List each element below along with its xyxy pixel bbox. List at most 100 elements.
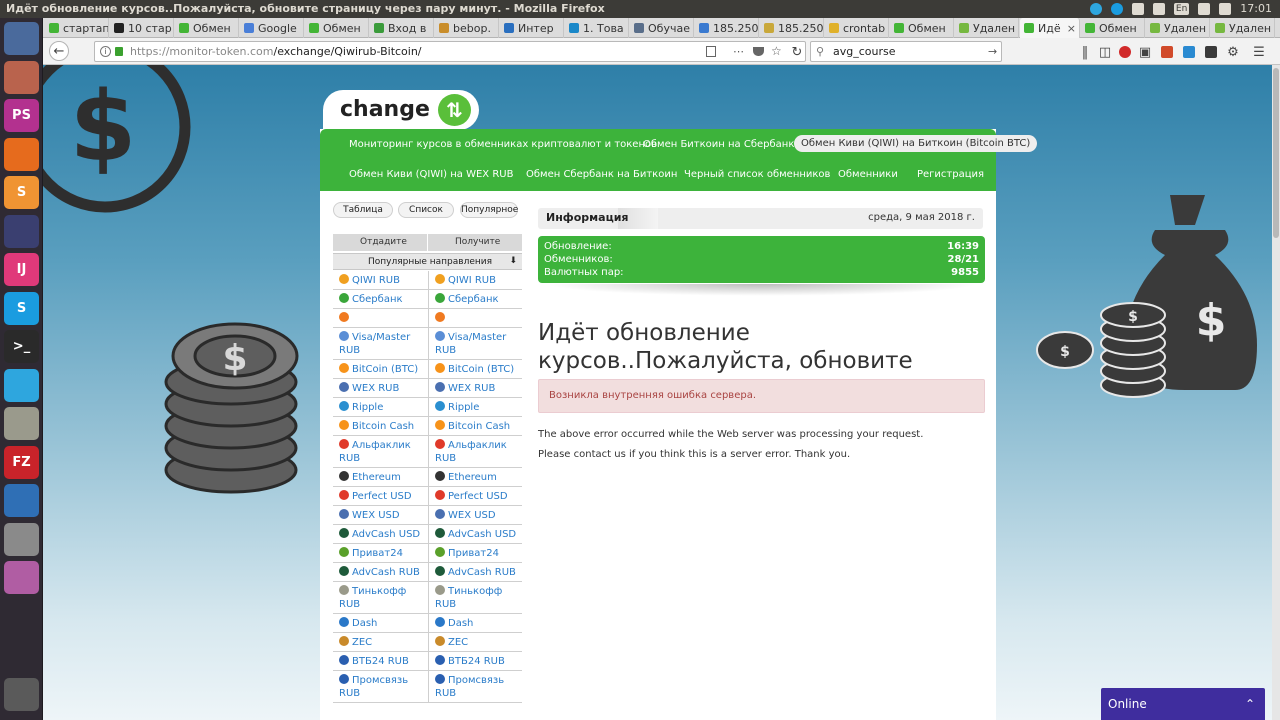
search-input[interactable]: avg_course (833, 42, 896, 61)
reload-icon[interactable]: ↻ (787, 42, 807, 62)
menu-item-blacklist[interactable]: Черный список обменников (684, 169, 830, 180)
intellij-icon[interactable]: IJ (4, 253, 39, 286)
get-currency-link[interactable]: AdvCash RUB (428, 563, 522, 581)
sidebar-icon[interactable]: ◫ (1095, 42, 1115, 62)
menu-item-sber-btc[interactable]: Обмен Сбербанк на Биткоин (526, 169, 677, 180)
get-currency-link[interactable]: Visa/Master RUB (428, 328, 522, 359)
browser-tab[interactable]: crontab (825, 18, 889, 38)
get-currency-link[interactable]: Ethereum ETH (428, 468, 522, 486)
popular-directions-header[interactable]: Популярные направления ⬇ (333, 253, 522, 270)
browser-tab[interactable]: Обмен (890, 18, 954, 38)
get-currency-link[interactable]: QIWI RUB (428, 271, 522, 289)
search-box[interactable]: ⚲ avg_course → (810, 41, 1002, 62)
telegram-icon[interactable] (4, 368, 39, 402)
url-text[interactable]: https://monitor-token.com/exchange/Qiwir… (130, 42, 422, 61)
workspace-icon[interactable] (4, 561, 39, 594)
extension4-icon[interactable] (1201, 42, 1221, 62)
back-button[interactable]: ← (49, 41, 69, 61)
volume-tray-icon[interactable] (1219, 3, 1232, 15)
info-icon[interactable]: i (100, 46, 111, 57)
scrollbar-thumb[interactable] (1273, 68, 1279, 238)
ubuntu-icon[interactable] (4, 22, 39, 55)
telegram-tray-icon[interactable] (1089, 3, 1102, 15)
give-currency-link[interactable]: AdvCash USD (333, 525, 427, 543)
give-currency-link[interactable]: Приват24 UAH (333, 544, 427, 562)
browser-tab[interactable]: Удален (955, 18, 1019, 38)
give-currency-link[interactable]: QIWI RUB (333, 271, 427, 289)
site-logo[interactable]: change ⇅ (323, 90, 479, 130)
browser-tab[interactable]: Интер (500, 18, 564, 38)
skype-icon[interactable]: S (4, 291, 39, 325)
give-currency-link[interactable]: Яндекс.Деньги (333, 309, 427, 327)
give-currency-link[interactable]: Сбербанк RUB (333, 290, 427, 308)
adblock-icon[interactable] (1115, 42, 1135, 62)
browser-tab[interactable]: Удален (1146, 18, 1210, 38)
get-currency-link[interactable]: WEX RUB (428, 379, 522, 397)
tab-close-icon[interactable]: × (1067, 22, 1076, 35)
browser-tab[interactable]: стартап (45, 18, 109, 38)
give-currency-link[interactable]: WEX USD (333, 506, 427, 524)
library-icon[interactable]: ‖ (1075, 42, 1095, 62)
give-currency-link[interactable]: Perfect USD (333, 487, 427, 505)
language-indicator[interactable]: En (1173, 3, 1190, 15)
scanner-icon[interactable] (4, 522, 39, 556)
give-currency-link[interactable]: Bitcoin Cash (333, 417, 427, 435)
firefox-icon[interactable] (4, 137, 39, 171)
get-currency-link[interactable]: Яндекс.Деньги (428, 309, 522, 327)
lock-icon[interactable] (4, 214, 39, 248)
get-currency-link[interactable]: Perfect USD (428, 487, 522, 505)
phpstorm-icon[interactable]: PS (4, 99, 39, 132)
lock-icon[interactable] (115, 47, 123, 56)
get-currency-link[interactable]: Dash (428, 614, 522, 632)
browser-tab[interactable]: Удален (1211, 18, 1275, 38)
bookmark-star-icon[interactable]: ☆ (771, 42, 782, 61)
give-currency-link[interactable]: Dash (333, 614, 427, 632)
browser-tab[interactable]: 185.250 (695, 18, 759, 38)
browser-tab[interactable]: Обмен (305, 18, 369, 38)
scrollbar[interactable] (1272, 65, 1280, 720)
get-currency-link[interactable]: Ripple (428, 398, 522, 416)
menu-item-register[interactable]: Регистрация (917, 169, 984, 180)
give-currency-link[interactable]: AdvCash RUB (333, 563, 427, 581)
sublime-icon[interactable]: S (4, 176, 39, 209)
extension2-icon[interactable] (1157, 42, 1177, 62)
browser-tab[interactable]: bebop. (435, 18, 499, 38)
get-currency-link[interactable]: Промсвязь RUB (428, 671, 522, 702)
menu-item-qiwi-btc[interactable]: Обмен Киви (QIWI) на Биткоин (Bitcoin BT… (794, 135, 1038, 152)
printer-tray-icon[interactable] (1131, 3, 1144, 15)
filezilla-icon[interactable]: FZ (4, 445, 39, 479)
give-currency-link[interactable]: BitCoin (BTC) (333, 360, 427, 378)
files-icon[interactable] (4, 60, 39, 94)
get-currency-link[interactable]: ВТБ24 RUB (428, 652, 522, 670)
extension-icon[interactable]: ▣ (1135, 42, 1155, 62)
browser-tab[interactable]: Обмен (175, 18, 239, 38)
skype-tray-icon[interactable] (1110, 3, 1123, 15)
browser-tab[interactable]: Обмен (1081, 18, 1145, 38)
browser-tab[interactable]: 185.250 (760, 18, 824, 38)
give-currency-link[interactable]: Ethereum ETH (333, 468, 427, 486)
browser-tab[interactable]: Идё × (1020, 18, 1080, 38)
page-actions-icon[interactable]: ⋯ (733, 42, 744, 61)
get-currency-link[interactable]: Альфаклик RUB (428, 436, 522, 467)
give-currency-link[interactable]: Visa/Master RUB (333, 328, 427, 359)
menu-icon[interactable]: ☰ (1249, 42, 1269, 62)
terminal-icon[interactable]: >_ (4, 330, 39, 363)
give-currency-link[interactable]: WEX RUB (333, 379, 427, 397)
menu-item-btc-sber[interactable]: Обмен Биткоин на Сбербанк (643, 139, 794, 150)
menu-item-qiwi-wex[interactable]: Обмен Киви (QIWI) на WEX RUB (349, 169, 513, 180)
url-bar[interactable]: i https://monitor-token.com/exchange/Qiw… (94, 41, 806, 62)
give-currency-link[interactable]: ВТБ24 RUB (333, 652, 427, 670)
pocket-icon[interactable] (753, 47, 764, 56)
clock[interactable]: 17:01 (1240, 0, 1272, 18)
give-currency-link[interactable]: ZEC (333, 633, 427, 651)
get-currency-link[interactable]: WEX USD (428, 506, 522, 524)
writer-icon[interactable] (4, 484, 39, 517)
mail-tray-icon[interactable] (1198, 3, 1211, 15)
disk-icon[interactable] (4, 407, 39, 440)
menu-item-monitoring[interactable]: Мониторинг курсов в обменниках криптовал… (349, 139, 657, 150)
get-currency-link[interactable]: ZEC (428, 633, 522, 651)
browser-tab[interactable]: 10 стар (110, 18, 174, 38)
search-go-icon[interactable]: → (988, 42, 997, 61)
get-currency-link[interactable]: Сбербанк RUB (428, 290, 522, 308)
reader-view-icon[interactable] (706, 46, 716, 57)
